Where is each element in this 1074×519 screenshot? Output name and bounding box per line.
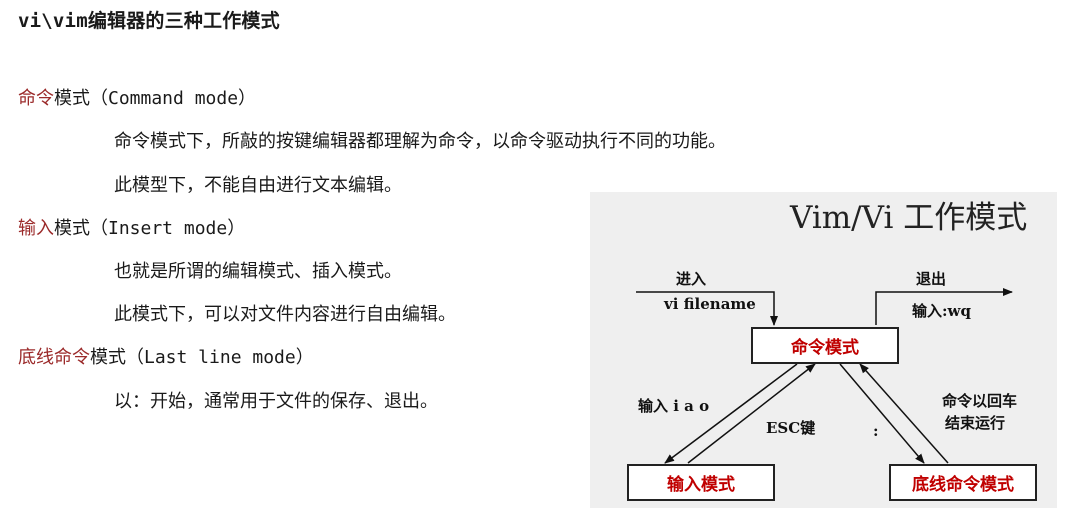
diagram-title: Vim/Vi 工作模式: [790, 200, 1028, 236]
exit-command: 输入:wq: [912, 302, 971, 320]
command-mode-box: 命令模式: [751, 327, 899, 364]
insert-mode-suffix: 模式（Insert mode）: [54, 218, 246, 239]
enter-run-label-2: 结束运行: [945, 414, 1006, 432]
insert-mode-desc-1: 也就是所谓的编辑模式、插入模式。: [114, 261, 402, 282]
colon-label: :: [873, 422, 879, 440]
insert-mode-name: 输入: [18, 218, 54, 239]
esc-label: ESC键: [766, 419, 816, 437]
page-title: vi\vim编辑器的三种工作模式: [18, 10, 280, 32]
lastline-mode-desc-1: 以：开始，通常用于文件的保存、退出。: [114, 391, 438, 412]
command-mode-desc-2: 此模型下，不能自由进行文本编辑。: [114, 175, 402, 196]
command-mode-name: 命令: [18, 88, 54, 109]
command-mode-suffix: 模式（Command mode）: [54, 88, 257, 109]
insert-mode-heading: 输入模式（Insert mode）: [18, 214, 245, 240]
vim-modes-diagram: Vim/Vi 工作模式 进入 vi filename 退出 输入:wq 命令模式…: [590, 192, 1057, 508]
command-to-lastline-arrow: [839, 363, 925, 464]
insert-mode-desc-2: 此模式下，可以对文件内容进行自由编辑。: [114, 304, 456, 325]
command-mode-desc-1: 命令模式下，所敲的按键编辑器都理解为命令，以命令驱动执行不同的功能。: [114, 131, 726, 152]
lastline-mode-name: 底线命令: [18, 347, 90, 368]
exit-label: 退出: [916, 270, 947, 288]
enter-run-label-1: 命令以回车: [942, 392, 1018, 410]
enter-command: vi filename: [664, 295, 756, 313]
lastline-to-command-arrow: [859, 363, 949, 464]
lastline-mode-suffix: 模式（Last line mode）: [90, 347, 314, 368]
insert-mode-box: 输入模式: [627, 464, 775, 501]
lastline-mode-box: 底线命令模式: [889, 464, 1037, 501]
command-mode-heading: 命令模式（Command mode）: [18, 84, 256, 110]
to-insert-label: 输入 i a o: [638, 397, 710, 415]
enter-label: 进入: [676, 270, 707, 288]
lastline-mode-heading: 底线命令模式（Last line mode）: [18, 343, 314, 369]
